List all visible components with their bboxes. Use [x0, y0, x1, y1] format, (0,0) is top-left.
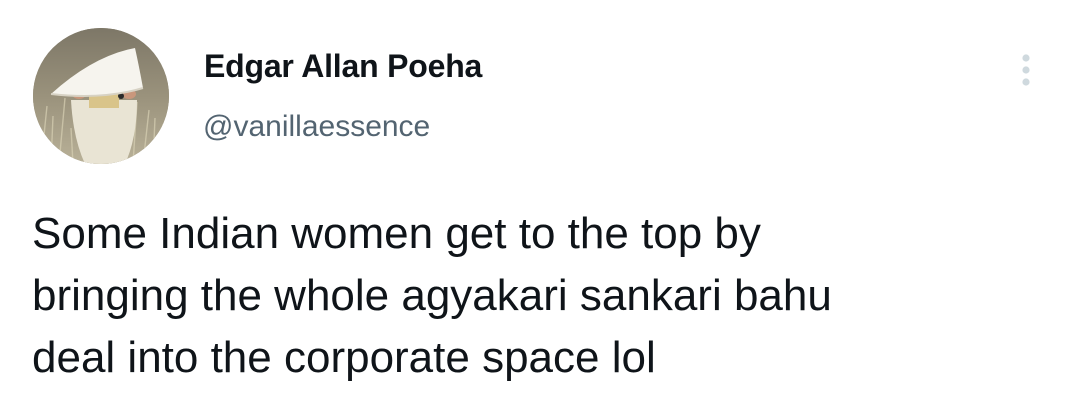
more-options-button[interactable] — [1006, 44, 1046, 96]
tweet-card: Edgar Allan Poeha @vanillaessence Some I… — [0, 0, 1080, 419]
tweet-text: Some Indian women get to the top by brin… — [32, 209, 832, 382]
avatar[interactable] — [33, 28, 169, 164]
author-handle[interactable]: @vanillaessence — [203, 110, 430, 144]
author-display-name[interactable]: Edgar Allan Poeha — [204, 48, 482, 85]
avatar-image — [33, 28, 169, 164]
more-vertical-icon — [1022, 54, 1030, 86]
